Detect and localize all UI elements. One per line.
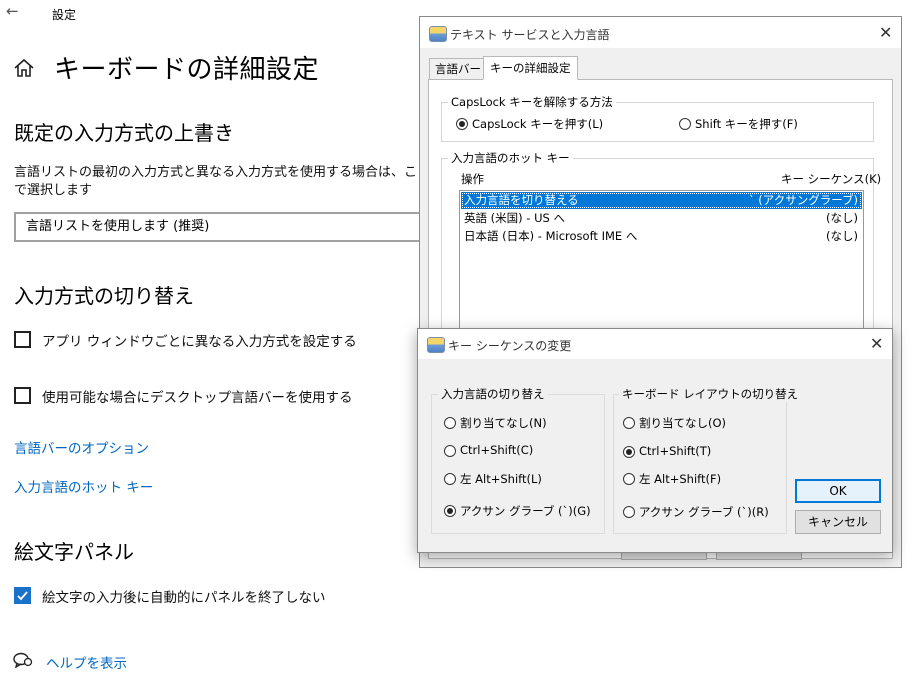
checkmark-icon — [17, 591, 28, 601]
dialog-titlebar[interactable]: テキスト サービスと入力言語 ✕ — [420, 17, 901, 48]
langbar-options-link[interactable]: 言語バーのオプション — [14, 437, 149, 457]
shift-radio[interactable] — [679, 118, 691, 130]
radio-ctrl-shift-c[interactable] — [444, 445, 456, 457]
override-description: 言語リストの最初の入力方式と異なる入力方式を使用する場合は、ここで選択します — [14, 165, 431, 198]
radio-none-o-label: 割り当てなし(O) — [639, 416, 727, 430]
back-arrow-icon[interactable]: ← — [6, 2, 19, 20]
ok-button[interactable]: OK — [795, 479, 881, 503]
list-item[interactable]: 英語 (米国) - US へ (なし) — [461, 210, 862, 227]
input-hotkeys-link[interactable]: 入力言語のホット キー — [14, 476, 153, 496]
list-item[interactable]: 入力言語を切り替える ` (アクサングラーブ) — [461, 192, 862, 209]
capslock-radio[interactable] — [456, 118, 468, 130]
capslock-radio-label: CapsLock キーを押す(L) — [472, 117, 604, 131]
radio-none-n-label: 割り当てなし(N) — [460, 416, 547, 430]
hotkey-keys: (なし) — [826, 211, 858, 225]
hotkey-list: 入力言語を切り替える ` (アクサングラーブ) 英語 (米国) - US へ (… — [459, 190, 864, 340]
dialog-title: テキスト サービスと入力言語 — [450, 28, 610, 42]
radio-ctrl-shift-t-label: Ctrl+Shift(T) — [639, 444, 712, 458]
desktop-langbar-checkbox[interactable] — [14, 387, 31, 404]
dialog-title: キー シーケンスの変更 — [448, 339, 572, 353]
radio-left-alt-shift-l-label: 左 Alt+Shift(L) — [460, 472, 542, 486]
help-chat-icon — [13, 652, 33, 668]
hotkey-keys: ` (アクサングラーブ) — [748, 193, 858, 207]
radio-grave-g-label: アクサン グラーブ (`)(G) — [460, 504, 591, 518]
radio-ctrl-shift-c-label: Ctrl+Shift(C) — [460, 443, 534, 457]
column-key-sequence-header: キー シーケンス(K) — [781, 172, 882, 186]
tab-advanced-key-settings[interactable]: キーの詳細設定 — [483, 56, 578, 80]
hotkey-keys: (なし) — [826, 229, 858, 243]
radio-left-alt-shift-l[interactable] — [444, 473, 456, 485]
emoji-panel-checkbox[interactable] — [14, 587, 31, 604]
input-language-group-label: 入力言語の切り替え — [438, 386, 548, 402]
radio-grave-g[interactable] — [444, 505, 456, 517]
radio-none-o[interactable] — [623, 417, 635, 429]
section-title-emoji: 絵文字パネル — [14, 540, 134, 564]
hotkeys-group-label: 入力言語のホット キー — [448, 150, 573, 166]
hotkey-action: 入力言語を切り替える — [464, 193, 579, 207]
hotkey-action: 日本語 (日本) - Microsoft IME へ — [464, 229, 638, 243]
input-method-dropdown[interactable]: 言語リストを使用します (推奨) — [14, 212, 434, 242]
dialog-titlebar[interactable]: キー シーケンスの変更 ✕ — [418, 329, 892, 359]
radio-left-alt-shift-f-label: 左 Alt+Shift(F) — [639, 472, 722, 486]
radio-grave-r-label: アクサン グラーブ (`)(R) — [639, 505, 769, 519]
keyboard-app-icon — [427, 337, 445, 353]
keyboard-layout-group-label: キーボード レイアウトの切り替え — [619, 386, 802, 402]
tab-language-bar[interactable]: 言語バー — [429, 58, 487, 80]
radio-grave-r[interactable] — [623, 506, 635, 518]
desktop-langbar-label: 使用可能な場合にデスクトップ言語バーを使用する — [42, 390, 353, 406]
cancel-button[interactable]: キャンセル — [795, 510, 881, 534]
list-item[interactable]: 日本語 (日本) - Microsoft IME へ (なし) — [461, 228, 862, 245]
emoji-panel-label: 絵文字の入力後に自動的にパネルを終了しない — [42, 590, 326, 606]
capslock-group-label: CapsLock キーを解除する方法 — [448, 94, 616, 110]
close-icon[interactable]: ✕ — [879, 23, 892, 42]
hotkey-action: 英語 (米国) - US へ — [464, 211, 565, 225]
radio-ctrl-shift-t[interactable] — [623, 446, 635, 458]
shift-radio-label: Shift キーを押す(F) — [695, 117, 798, 131]
radio-left-alt-shift-f[interactable] — [623, 473, 635, 485]
per-app-input-checkbox[interactable] — [14, 331, 31, 348]
section-title-switch: 入力方式の切り替え — [14, 284, 194, 308]
section-title-override: 既定の入力方式の上書き — [14, 121, 234, 145]
page-title: キーボードの詳細設定 — [54, 55, 320, 85]
column-action-header: 操作 — [461, 172, 484, 186]
app-title: 設定 — [52, 8, 77, 22]
close-icon[interactable]: ✕ — [870, 334, 883, 353]
key-sequence-dialog: キー シーケンスの変更 ✕ 入力言語の切り替え 割り当てなし(N) Ctrl+S… — [417, 328, 893, 553]
keyboard-app-icon — [429, 26, 447, 42]
help-link[interactable]: ヘルプを表示 — [46, 652, 127, 672]
radio-none-n[interactable] — [444, 417, 456, 429]
home-icon[interactable] — [13, 57, 35, 79]
per-app-input-label: アプリ ウィンドウごとに異なる入力方式を設定する — [42, 334, 357, 350]
